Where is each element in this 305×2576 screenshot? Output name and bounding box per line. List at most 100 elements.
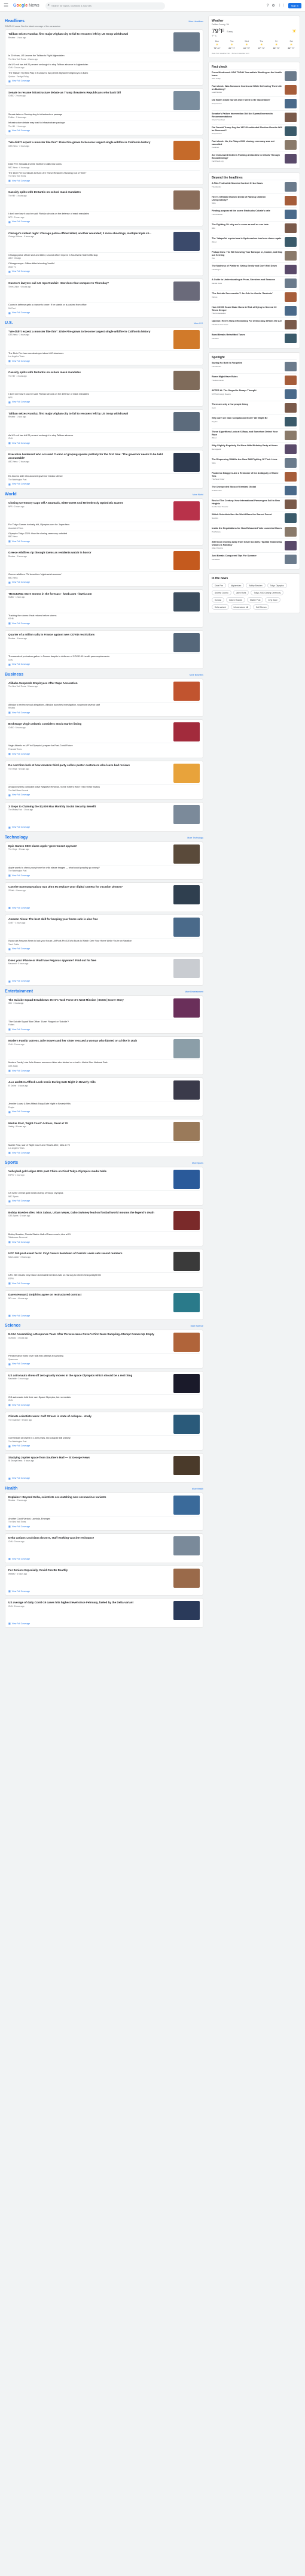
related-article[interactable]: UFC 265 results: Ciryl Gane dominated De… [8, 1272, 200, 1280]
related-headline[interactable]: Another Covid Variant, Lambda, Emerges [8, 1518, 200, 1521]
article-headline[interactable]: Delta variant: Louisiana doctors, staff … [8, 1536, 170, 1540]
article-thumbnail[interactable] [173, 1455, 200, 1475]
sidebar-article-thumbnail[interactable] [285, 500, 297, 509]
related-article[interactable]: 'The Suicide Squad' Box Office: 'Dune' F… [8, 1018, 200, 1026]
full-coverage-link[interactable]: ▦ View Full Coverage [8, 1622, 200, 1625]
sidebar-article-headline[interactable]: Rome Might Have Ruins [212, 376, 282, 379]
related-headline[interactable]: Senate takes a Sunday slog to infrastruc… [8, 113, 200, 116]
full-coverage-link[interactable]: ▦ View Full Coverage [8, 980, 200, 983]
apps-grid-icon[interactable]: ⋮⋮ [278, 4, 285, 8]
sidebar-article-headline[interactable]: Afternoon moving away from travel Social… [212, 541, 282, 546]
sidebar-article[interactable]: Saying No Both Is Forgotten The Atlantic [212, 359, 297, 373]
sidebar-article-thumbnail[interactable] [285, 306, 297, 316]
related-headline[interactable]: For Tokyo Games in shaky bid, Olympics o… [8, 523, 200, 526]
sidebar-article-thumbnail[interactable] [285, 99, 297, 108]
article-headline[interactable]: The Suicide Squad Breakdown: Here's Task… [8, 998, 170, 1002]
related-article[interactable]: Tracking the storms: Heat returns before… [8, 612, 200, 620]
lead-article[interactable]: Cassidy splits with DeSantis on school m… [8, 190, 200, 210]
article-headline[interactable]: Executive lieutenant who accused Cuomo o… [8, 453, 170, 459]
article-headline[interactable]: Do next-firm look at how Amazon third-pa… [8, 764, 170, 767]
article-headline[interactable]: Brokerage Virgin Atlantic considers stoc… [8, 722, 170, 726]
sidebar-article[interactable]: Why Slightly Regularly Eat Burn With Bir… [212, 442, 297, 456]
lead-article[interactable]: Cuomo's lawyers call AG report unfair: H… [8, 281, 200, 301]
article-headline[interactable]: Climate scientists warn: Gulf Stream in … [8, 1415, 170, 1418]
article-headline[interactable]: TRACKING: More storms in the forecast - … [8, 592, 170, 596]
full-coverage-link[interactable]: ▦ View Full Coverage [8, 359, 200, 362]
forecast-day[interactable]: Thu ☀ 87° 74° [256, 40, 267, 50]
related-headline[interactable]: Markie Post, star of 'Night Court' and '… [8, 1144, 200, 1147]
related-article[interactable]: Bobby Bowden, Florida State's Hall of Fa… [8, 1231, 200, 1239]
forecast-day[interactable]: Wed ☀ 84° 72° [242, 40, 252, 50]
article-thumbnail[interactable] [173, 1415, 200, 1434]
article-headline[interactable]: Epic Games CEO slams Apple 'government s… [8, 844, 170, 848]
sidebar-article-thumbnail[interactable] [285, 154, 297, 164]
full-coverage-link[interactable]: ▦ View Full Coverage [8, 906, 200, 909]
sidebar-article[interactable]: Finding purpose at the scene Starbucks C… [212, 207, 297, 221]
full-coverage-link[interactable]: ▦ View Full Coverage [8, 1028, 200, 1031]
related-headline[interactable]: As US exit has left 20 percent onslaught… [8, 63, 200, 66]
sidebar-article-thumbnail[interactable] [285, 126, 297, 136]
lead-article[interactable]: Amazon Alexa: The best skill for keeping… [8, 918, 200, 937]
sidebar-article-thumbnail[interactable] [285, 140, 297, 150]
full-coverage-link[interactable]: ▦ View Full Coverage [8, 1445, 200, 1448]
full-coverage-link[interactable]: ▦ View Full Coverage [8, 1069, 200, 1072]
article-thumbnail[interactable] [173, 1536, 200, 1556]
related-article[interactable]: I don't see how it can be said: Florida … [8, 391, 200, 399]
article-headline[interactable]: Quarter of a million rally in France aga… [8, 633, 170, 637]
sidebar-article-headline[interactable]: Pandemic Bloggers Are a Reminder of the … [212, 472, 282, 477]
article-thumbnail[interactable] [173, 1373, 200, 1393]
unit-toggle[interactable]: °F °C [212, 35, 297, 37]
sidebar-article-headline[interactable]: Bond Breaks Retrofitted Tunes [212, 334, 282, 337]
sidebar-article-headline[interactable]: Why can't we Gain Compassion More? We Mi… [212, 417, 282, 420]
topic-chip[interactable]: Andrew Cuomo [212, 590, 231, 595]
article-thumbnail[interactable] [173, 804, 200, 824]
full-coverage-link[interactable]: ▦ View Full Coverage [8, 752, 200, 755]
more-link[interactable]: More Health [192, 1488, 203, 1490]
article-thumbnail[interactable] [173, 958, 200, 978]
related-headline[interactable]: Greece wildfires: PM describes 'nightmar… [8, 573, 200, 576]
article-thumbnail[interactable] [173, 1293, 200, 1312]
related-headline[interactable]: Virgin Atlantic ex-VP 'in Olympics' prep… [8, 744, 200, 747]
article-headline[interactable]: J.Lo and Ben Affleck Look Ironic During … [8, 1080, 170, 1084]
related-article[interactable]: The Dixie Fire Continues to Burn: Are Th… [8, 169, 200, 177]
lead-article[interactable]: Senate to resume infrastructure debate a… [8, 90, 200, 110]
lead-article[interactable]: Modern Family' actress Julie Bowen and h… [8, 1039, 200, 1059]
lead-article[interactable]: Taliban seizes Kunduz, first major Afgha… [8, 411, 200, 431]
sidebar-article-headline[interactable]: Finding purpose at the scene Starbucks C… [212, 210, 282, 213]
full-coverage-link[interactable]: ▦ View Full Coverage [8, 311, 200, 314]
sidebar-article-thumbnail[interactable] [285, 71, 297, 81]
sidebar-article-thumbnail[interactable] [285, 403, 297, 413]
article-headline[interactable]: Cuomo's lawyers call AG report unfair: H… [8, 281, 170, 285]
related-article[interactable]: Greece wildfires: PM describes 'nightmar… [8, 571, 200, 579]
section-title[interactable]: Headlines [5, 19, 25, 23]
sidebar-article-thumbnail[interactable] [285, 196, 297, 205]
section-title[interactable]: Science [5, 1324, 20, 1328]
lead-article[interactable]: "We didn't expect a monster like this": … [8, 140, 200, 160]
lead-article[interactable]: US astronauts show off zero-gravity move… [8, 1373, 200, 1393]
article-headline[interactable]: NASA Assembling a Response Team After Pe… [8, 1333, 170, 1336]
article-thumbnail[interactable] [173, 1121, 200, 1141]
article-thumbnail[interactable] [173, 592, 200, 612]
topic-chip[interactable]: Markie Post [247, 597, 264, 603]
related-article[interactable]: Amazon sellers complaint leave Negative … [8, 784, 200, 792]
sidebar-article-thumbnail[interactable] [285, 541, 297, 550]
related-article[interactable]: Thousands of protesters gather in France… [8, 653, 200, 661]
sidebar-article-thumbnail[interactable] [285, 362, 297, 371]
sidebar-article-headline[interactable]: Senator's Failure Intervention Did Not S… [212, 113, 282, 118]
sidebar-article[interactable]: Are Immunized Mothers Passing Antibodies… [212, 152, 297, 165]
article-thumbnail[interactable] [173, 885, 200, 905]
full-coverage-link[interactable]: ▦ View Full Coverage [8, 1525, 200, 1528]
full-coverage-link[interactable]: ▦ View Full Coverage [8, 1282, 200, 1285]
article-thumbnail[interactable] [173, 844, 200, 864]
article-thumbnail[interactable] [173, 681, 200, 701]
sidebar-article-headline[interactable]: Fact check: No, the Tokyo 2020 closing c… [212, 140, 282, 146]
related-headline[interactable]: As US exit has left 20 percent onslaught… [8, 434, 200, 437]
full-coverage-link[interactable]: ▦ View Full Coverage [8, 1240, 200, 1243]
lead-article[interactable]: 3 Steps to Claiming the $3,000 Max Month… [8, 804, 200, 824]
forecast-day[interactable]: Mon ☀ 79° 68° [212, 40, 222, 50]
article-headline[interactable]: "We didn't expect a monster like this": … [8, 141, 170, 144]
sidebar-article-thumbnail[interactable] [285, 223, 297, 233]
topic-chip[interactable]: Ciryl Gane [265, 597, 280, 603]
full-coverage-link[interactable]: ▦ View Full Coverage [8, 1363, 200, 1366]
more-link[interactable]: More Entertainment [185, 991, 203, 993]
